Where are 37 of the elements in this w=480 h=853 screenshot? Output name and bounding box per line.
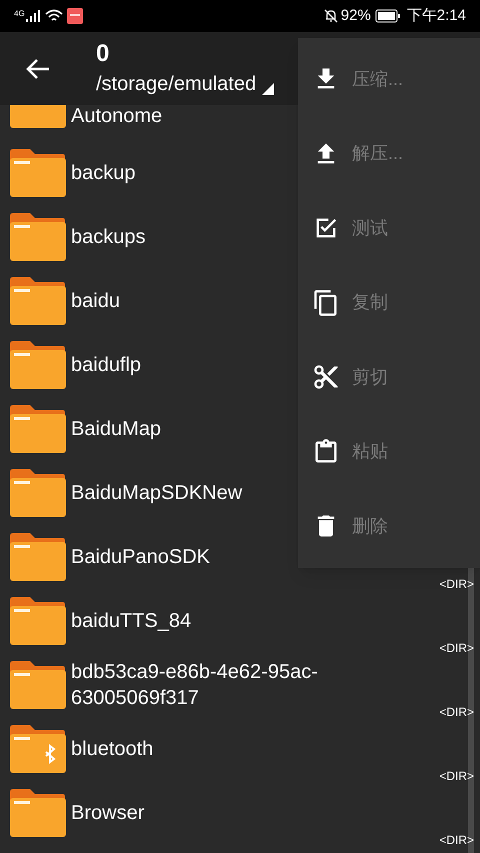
- file-name: BaiduMap: [71, 417, 162, 442]
- path-dropdown[interactable]: /storage/emulated: [96, 68, 274, 98]
- folder-icon: [8, 404, 66, 454]
- network-label: 4G: [14, 8, 25, 20]
- file-name: BaiduPanoSDK: [71, 545, 210, 570]
- back-arrow-icon: [25, 56, 51, 80]
- folder-icon: [8, 660, 66, 710]
- file-name: bdb53ca9-e86b-4e62-95ac-63005069f317: [71, 660, 319, 711]
- file-name: backups: [71, 225, 146, 250]
- folder-icon: [8, 212, 66, 262]
- folder-title: 0: [96, 38, 110, 68]
- file-name: Autonome: [71, 105, 162, 127]
- scissors-icon: [312, 363, 340, 392]
- file-name: backup: [71, 161, 136, 186]
- file-name: baiduflp: [71, 353, 142, 378]
- folder-icon: [8, 105, 66, 129]
- file-name: Browser: [71, 801, 144, 826]
- app-icon: [66, 8, 83, 24]
- folder-icon: [8, 276, 66, 326]
- folder-icon: [8, 340, 66, 390]
- file-name: BaiduMapSDKNew: [71, 481, 242, 506]
- battery-icon: [374, 9, 401, 23]
- file-name: baidu: [71, 289, 120, 314]
- battery-percent: 92%: [340, 6, 371, 26]
- wifi-icon: [44, 9, 63, 23]
- signal-icon: [24, 10, 41, 22]
- bluetooth-folder-icon: [8, 724, 66, 774]
- dropdown-corner-icon: [262, 82, 274, 94]
- folder-icon: [8, 788, 66, 838]
- folder-icon: [8, 532, 66, 582]
- folder-icon: [8, 468, 66, 518]
- folder-icon: [8, 596, 66, 646]
- bell-off-icon: [322, 8, 339, 24]
- clock: 下午2:14: [406, 6, 466, 26]
- folder-icon: [8, 148, 66, 198]
- file-name: baiduTTS_84: [71, 609, 192, 634]
- file-name: bluetooth: [71, 737, 154, 762]
